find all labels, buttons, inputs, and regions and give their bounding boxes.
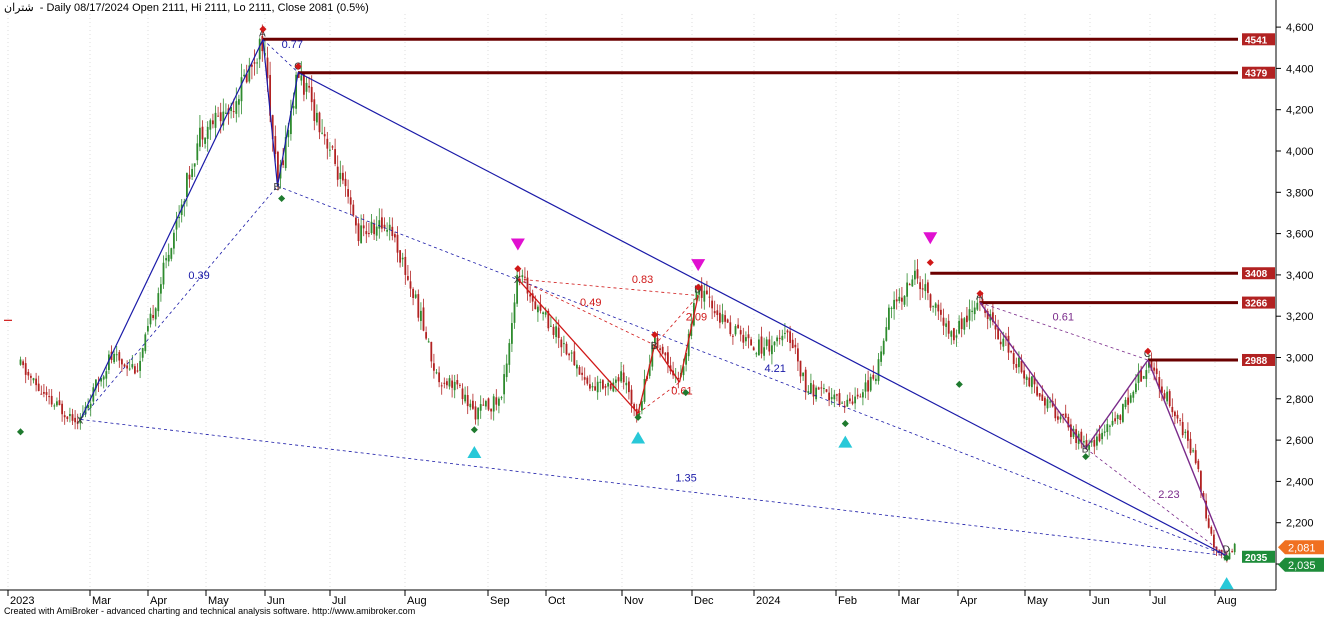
candle [487,397,490,412]
y-tick-label: 4,600 [1286,22,1314,34]
ratio-label: 4.21 [764,363,785,375]
ratio-label: 0.39 [188,270,209,282]
y-tick-label: 2,800 [1286,394,1314,406]
x-tick-label: 2024 [756,595,780,607]
candle [888,304,890,331]
candle [1142,375,1145,380]
y-tick-label: 3,400 [1286,270,1314,282]
x-tick-label: Apr [960,595,977,607]
pattern-point-label: D [1223,545,1230,556]
y-tick-label: 4,000 [1286,146,1314,158]
ratio-label: 1.35 [675,472,696,484]
x-tick-label: May [1027,595,1048,607]
pattern-point-label: X [77,415,84,426]
ratio-label: 0.77 [282,39,303,51]
candle [1122,403,1124,424]
last-price-label: 2,081 [1288,542,1316,554]
y-tick-label: 4,200 [1286,105,1314,117]
ratio-label: 2.09 [686,311,707,323]
y-tick-label: 3,800 [1286,187,1314,199]
x-tick-label: Sep [490,595,510,607]
candle [144,332,147,354]
support-level-label: 2035 [1245,553,1268,564]
x-tick-label: Dec [694,595,714,607]
y-tick-label: 3,600 [1286,229,1314,241]
candle [882,338,885,356]
candle [1168,389,1171,408]
x-tick-label: Mar [901,595,920,607]
y-tick-label: 3,200 [1286,311,1314,323]
ratio-label: 2.23 [1158,489,1179,501]
level-label: 4541 [1245,35,1268,46]
candle [825,388,828,393]
pattern-point-label: B [273,182,280,193]
level-label: 4379 [1245,69,1268,80]
pattern-point-label: B [651,341,658,352]
x-tick-label: Feb [838,595,857,607]
footer-credit: Created with AmiBroker - advanced charti… [4,606,416,616]
level-label: 3266 [1245,299,1268,310]
level-label: 3408 [1245,269,1268,280]
pattern-point-label: X [514,275,521,286]
x-tick-label: Oct [548,595,565,607]
ratio-label: 0.83 [632,274,653,286]
candle [417,289,420,322]
x-tick-label: Nov [624,595,644,607]
level-label: 2988 [1245,356,1268,367]
ratio-label: 0.61 [1053,311,1074,323]
x-tick-label: Jul [1152,595,1166,607]
ratio-label: 0.61 [671,386,692,398]
y-tick-label: 2,400 [1286,476,1314,488]
ratio-label: 0.49 [580,297,601,309]
y-tick-label: 2,600 [1286,435,1314,447]
y-tick-label: 2,200 [1286,518,1314,530]
x-tick-label: Jun [1092,595,1110,607]
support-price-label: 2,035 [1288,560,1316,572]
y-tick-label: 3,000 [1286,353,1314,365]
x-tick-label: Aug [1217,595,1237,607]
price-chart[interactable]: 2023 Mar Apr May Jun Jul Aug Sep Oct Nov Dec 2024 Fe… [0,0,1336,619]
y-tick-label: 4,400 [1286,63,1314,75]
candle [602,379,604,390]
